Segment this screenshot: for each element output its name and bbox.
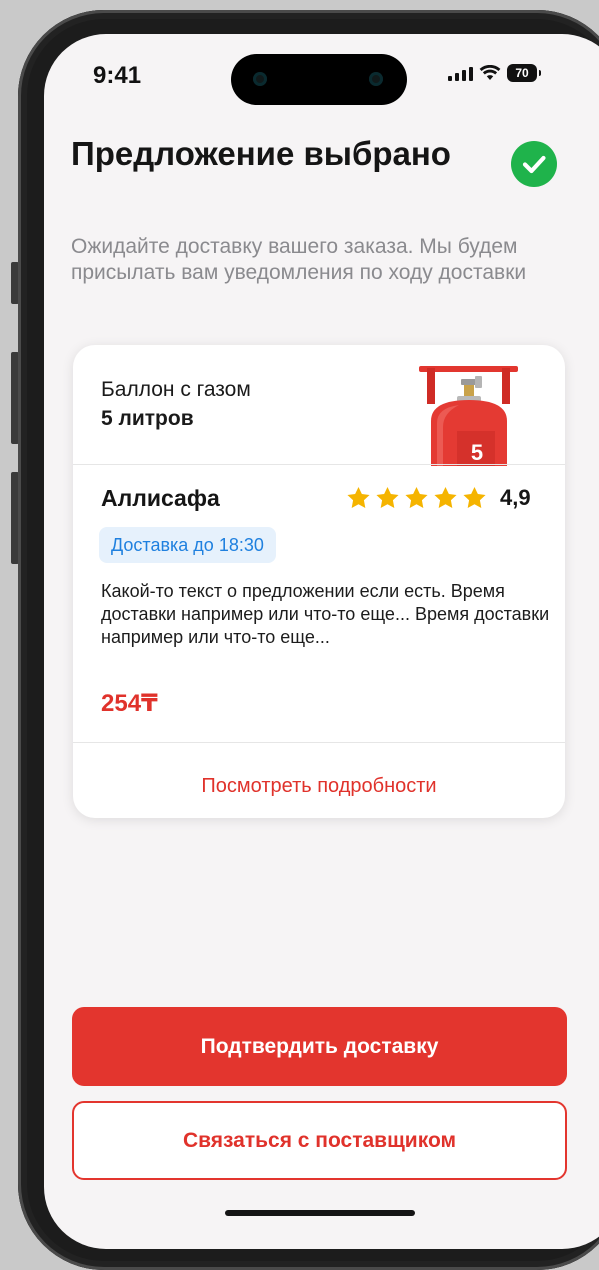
star-icon xyxy=(347,486,370,508)
view-details-link[interactable]: Посмотреть подробности xyxy=(73,755,565,818)
contact-supplier-button[interactable]: Связаться с поставщиком xyxy=(72,1101,567,1180)
gas-cylinder-icon: 5 xyxy=(419,366,518,466)
rating-stars xyxy=(345,485,488,511)
dynamic-island xyxy=(231,54,407,105)
screen: 9:41 70 Предложение выбрано Ожидайте дос… xyxy=(44,34,599,1249)
success-check-icon xyxy=(511,141,557,187)
sensor-icon xyxy=(253,72,267,86)
star-icon xyxy=(463,486,486,508)
product-type: Баллон с газом xyxy=(101,378,251,401)
offer-card: Баллон с газом 5 литров 5 Аллисафа 4,9 Д… xyxy=(73,345,565,818)
star-icon xyxy=(434,486,457,508)
star-icon xyxy=(376,486,399,508)
page-title: Предложение выбрано xyxy=(71,135,451,172)
card-divider-bottom xyxy=(73,742,565,743)
cylinder-number: 5 xyxy=(471,440,483,465)
confirm-delivery-button[interactable]: Подтвердить доставку xyxy=(72,1007,567,1086)
battery-tip xyxy=(539,70,541,76)
signal-icon xyxy=(448,66,473,81)
supplier-name: Аллисафа xyxy=(101,485,220,511)
status-indicators: 70 xyxy=(448,63,541,83)
product-size: 5 литров xyxy=(101,407,194,430)
status-time: 9:41 xyxy=(93,62,142,89)
wifi-icon xyxy=(479,65,501,80)
card-divider-top xyxy=(73,464,565,465)
home-indicator[interactable] xyxy=(225,1210,415,1216)
rating-value: 4,9 xyxy=(500,485,531,510)
offer-description: Какой-то текст о предложении если есть. … xyxy=(101,581,550,647)
offer-price: 254₸ xyxy=(101,690,158,717)
camera-icon xyxy=(369,72,383,86)
star-icon xyxy=(405,486,428,508)
page-subtitle: Ожидайте доставку вашего заказа. Мы буде… xyxy=(71,235,527,284)
battery-icon: 70 xyxy=(507,64,537,82)
delivery-time-badge: Доставка до 18:30 xyxy=(99,527,276,563)
